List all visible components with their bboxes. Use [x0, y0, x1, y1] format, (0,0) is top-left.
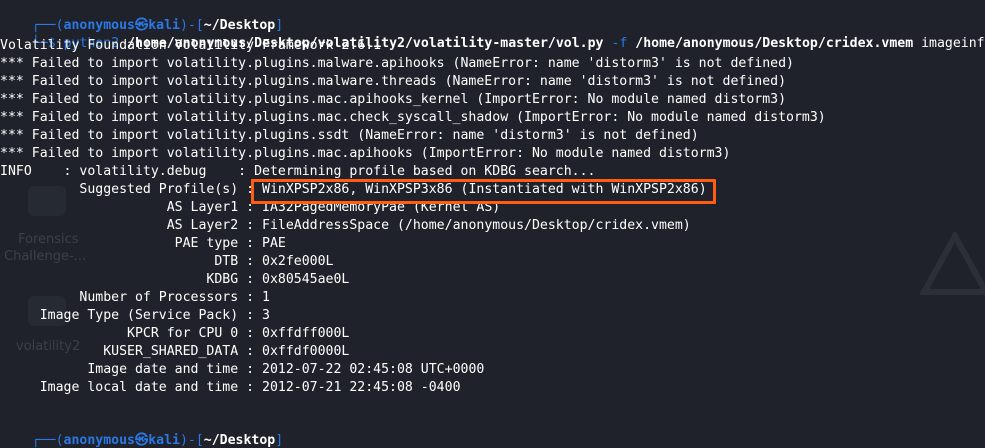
terminal-window[interactable]: ┌──(anonymous㉿kali)-[~/Desktop] └─$ pyth…: [0, 0, 985, 448]
command-plugin: imageinfo: [921, 36, 985, 51]
pae-type-row: PAE type : PAE: [0, 236, 286, 251]
kpcr-row: KPCR for CPU 0 : 0xffdff000L: [0, 326, 350, 341]
dtb-row: DTB : 0x2fe000L: [0, 254, 334, 269]
error-line: *** Failed to import volatility.plugins.…: [0, 56, 794, 71]
error-line: *** Failed to import volatility.plugins.…: [0, 128, 699, 143]
image-date-row: Image date and time : 2012-07-22 02:45:0…: [0, 362, 485, 377]
error-line: *** Failed to import volatility.plugins.…: [0, 74, 787, 89]
error-line: *** Failed to import volatility.plugins.…: [0, 92, 787, 107]
prompt-line-top-2: ┌──(anonymous㉿kali)-[~/Desktop]: [31, 433, 284, 448]
kuser-shared-data-row: KUSER_SHARED_DATA : 0xffdf0000L: [0, 344, 350, 359]
error-line: *** Failed to import volatility.plugins.…: [0, 110, 826, 125]
suggested-profile-highlight: [251, 179, 716, 204]
processors-row: Number of Processors : 1: [0, 290, 270, 305]
image-local-date-row: Image local date and time : 2012-07-21 2…: [0, 380, 461, 395]
command-input-line[interactable]: └─$: [0, 431, 56, 448]
kdbg-row: KDBG : 0x80545ae0L: [0, 272, 350, 287]
error-line: *** Failed to import volatility.plugins.…: [0, 146, 731, 161]
as-layer2-row: AS Layer2 : FileAddressSpace (/home/anon…: [0, 218, 691, 233]
image-type-row: Image Type (Service Pack) : 3: [0, 308, 270, 323]
command-file: /home/anonymous/Desktop/cridex.vmem: [635, 36, 914, 51]
command-flag: -f: [611, 36, 628, 51]
prompt-line-top: ┌──(anonymous㉿kali)-[~/Desktop]: [31, 18, 284, 33]
command-line: └─$ python2 /home/anonymous/Desktop/vola…: [0, 17, 985, 51]
banner-line: Volatility Foundation Volatility Framewo…: [0, 38, 382, 53]
